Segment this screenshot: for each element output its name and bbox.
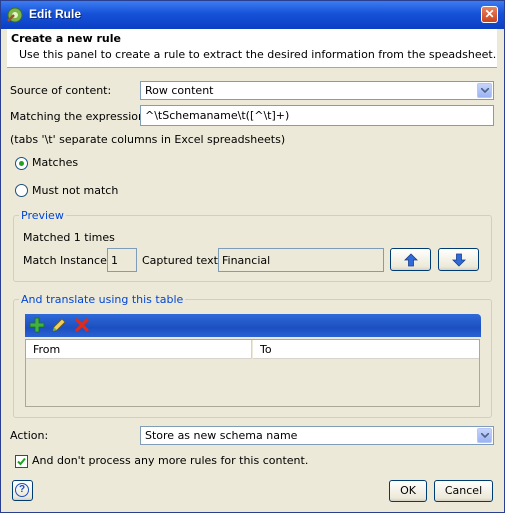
checkmark-icon bbox=[17, 457, 26, 466]
column-header-to[interactable]: To bbox=[253, 340, 479, 359]
previous-match-button[interactable] bbox=[390, 248, 431, 271]
close-icon: ✕ bbox=[484, 7, 495, 21]
must-not-match-label[interactable]: Must not match bbox=[32, 184, 118, 197]
arrow-up-icon bbox=[404, 253, 418, 267]
preview-title: Preview bbox=[19, 209, 66, 222]
matched-count: Matched 1 times bbox=[23, 231, 115, 244]
matches-radio[interactable] bbox=[15, 157, 28, 170]
translate-toolbar bbox=[25, 314, 481, 337]
tabs-note: (tabs '\t' separate columns in Excel spr… bbox=[10, 133, 286, 146]
action-label: Action: bbox=[10, 429, 49, 442]
header-description: Use this panel to create a rule to extra… bbox=[19, 48, 497, 61]
match-instance-value: 1 bbox=[111, 254, 118, 267]
captured-text-label: Captured text: bbox=[142, 254, 222, 267]
edit-icon[interactable] bbox=[51, 317, 67, 333]
translate-title: And translate using this table bbox=[19, 293, 186, 306]
delete-icon[interactable] bbox=[74, 317, 90, 333]
edit-rule-dialog: Edit Rule ✕ Create a new rule Use this p… bbox=[0, 0, 505, 513]
matching-label: Matching the expression: bbox=[10, 110, 149, 123]
matches-label[interactable]: Matches bbox=[32, 156, 78, 169]
source-select[interactable]: Row content bbox=[140, 81, 494, 100]
header-title: Create a new rule bbox=[11, 32, 121, 45]
next-match-button[interactable] bbox=[438, 248, 479, 271]
app-icon bbox=[7, 7, 23, 23]
column-header-from[interactable]: From bbox=[26, 340, 252, 359]
column-header-from-label: From bbox=[33, 343, 61, 356]
dropdown-button[interactable] bbox=[477, 428, 492, 443]
translate-table[interactable]: From To bbox=[25, 339, 480, 407]
chevron-down-icon bbox=[481, 88, 489, 93]
captured-text-field: Financial bbox=[218, 248, 384, 272]
match-instance-label: Match Instance: bbox=[23, 254, 111, 267]
action-select-value: Store as new schema name bbox=[145, 429, 298, 442]
column-header-to-label: To bbox=[260, 343, 272, 356]
expression-value: ^\tSchemaname\t([^\t]+) bbox=[145, 109, 290, 122]
must-not-match-radio[interactable] bbox=[15, 184, 28, 197]
arrow-down-icon bbox=[452, 253, 466, 267]
source-label: Source of content: bbox=[10, 84, 112, 97]
expression-input[interactable]: ^\tSchemaname\t([^\t]+) bbox=[140, 105, 494, 126]
stop-processing-checkbox[interactable] bbox=[15, 455, 28, 468]
captured-text-value: Financial bbox=[222, 254, 271, 267]
match-instance-field: 1 bbox=[107, 248, 137, 272]
dropdown-button[interactable] bbox=[477, 83, 492, 98]
chevron-down-icon bbox=[481, 433, 489, 438]
radio-selected-dot bbox=[19, 161, 24, 166]
stop-processing-label[interactable]: And don't process any more rules for thi… bbox=[32, 454, 308, 467]
cancel-button[interactable]: Cancel bbox=[434, 480, 493, 502]
action-select[interactable]: Store as new schema name bbox=[140, 426, 494, 445]
window-title: Edit Rule bbox=[29, 7, 82, 21]
header-panel: Create a new rule Use this panel to crea… bbox=[7, 29, 497, 68]
ok-button-label: OK bbox=[400, 484, 416, 497]
cancel-button-label: Cancel bbox=[444, 484, 483, 497]
add-icon[interactable] bbox=[29, 317, 45, 333]
help-icon: ? bbox=[15, 483, 29, 497]
help-button[interactable]: ? bbox=[12, 480, 33, 501]
ok-button[interactable]: OK bbox=[389, 480, 427, 502]
close-button[interactable]: ✕ bbox=[481, 6, 498, 23]
source-select-value: Row content bbox=[145, 84, 214, 97]
title-bar[interactable]: Edit Rule ✕ bbox=[1, 1, 504, 29]
